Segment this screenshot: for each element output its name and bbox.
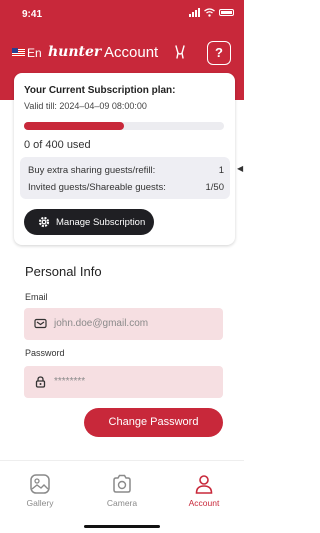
subscription-title: Your Current Subscription plan: — [24, 85, 176, 96]
mail-icon — [34, 317, 47, 330]
invited-guests-label: Invited guests/Shareable guests: — [28, 182, 166, 193]
extra-guests-row: Buy extra sharing guests/refill: 1 — [28, 165, 224, 176]
extra-guests-label: Buy extra sharing guests/refill: — [28, 165, 156, 176]
email-field[interactable]: john.doe@gmail.com — [24, 308, 223, 340]
camera-icon — [113, 474, 131, 493]
manage-subscription-label: Manage Subscription — [56, 217, 146, 228]
email-label: Email — [25, 292, 48, 302]
invited-guests-row: Invited guests/Shareable guests: 1/50 — [28, 182, 224, 193]
wifi-icon — [204, 8, 215, 17]
tab-gallery[interactable]: Gallery — [10, 473, 70, 508]
brand-logo: hunter — [48, 44, 102, 60]
home-indicator — [84, 525, 160, 528]
password-value: ******** — [54, 376, 86, 387]
change-password-button[interactable]: Change Password — [84, 408, 223, 437]
gear-icon — [38, 216, 50, 228]
us-flag-icon[interactable] — [12, 48, 25, 57]
status-time: 9:41 — [22, 9, 43, 20]
tab-camera-label: Camera — [106, 498, 138, 508]
tab-account[interactable]: Account — [174, 473, 234, 508]
invited-guests-value: 1/50 — [205, 182, 225, 193]
arrow-left-icon: ◀ — [237, 164, 244, 173]
battery-icon — [219, 9, 234, 16]
tab-camera[interactable]: Camera — [92, 473, 152, 508]
top-nav: En hunter Account ? — [0, 40, 244, 66]
guest-info-box: Buy extra sharing guests/refill: 1 Invit… — [20, 157, 230, 199]
hands-icon[interactable] — [173, 44, 187, 63]
gallery-icon — [30, 474, 50, 494]
help-button[interactable]: ? — [207, 41, 231, 65]
password-field[interactable]: ******** — [24, 366, 223, 398]
valid-till-text: Valid till: 2024–04–09 08:00:00 — [24, 101, 147, 111]
status-bar: 9:41 — [0, 0, 244, 28]
signal-icon — [189, 8, 200, 17]
account-icon — [195, 475, 213, 494]
tab-gallery-label: Gallery — [26, 498, 54, 508]
manage-subscription-button[interactable]: Manage Subscription — [24, 209, 154, 235]
email-value: john.doe@gmail.com — [54, 318, 149, 329]
personal-info-title: Personal Info — [25, 264, 102, 279]
extra-guests-value: 1 — [218, 165, 224, 176]
subscription-card: Your Current Subscription plan: Valid ti… — [14, 73, 235, 245]
password-label: Password — [25, 348, 65, 358]
tab-bar: Gallery Camera Account — [0, 460, 244, 533]
language-selector[interactable]: En — [27, 46, 42, 60]
tab-account-label: Account — [188, 498, 220, 508]
usage-progress-bar — [24, 122, 224, 130]
lock-icon — [34, 375, 47, 388]
status-icons — [189, 8, 234, 17]
usage-text: 0 of 400 used — [24, 139, 91, 151]
usage-progress-fill — [24, 122, 124, 130]
page-title: Account — [104, 44, 159, 61]
